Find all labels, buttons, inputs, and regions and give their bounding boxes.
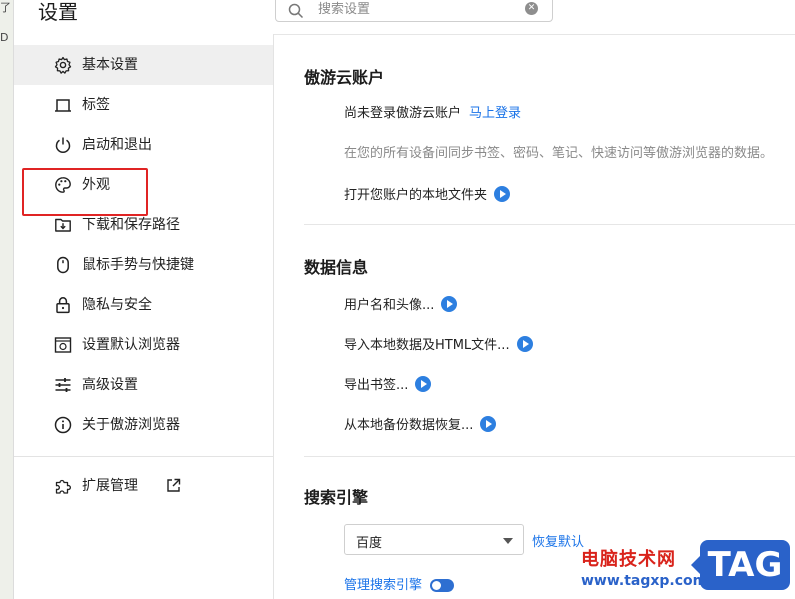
sidebar-item-extensions[interactable]: 扩展管理: [14, 466, 273, 506]
account-status-text: 尚未登录傲游云账户: [344, 106, 462, 121]
sidebar-item-label: 隐私与安全: [82, 297, 152, 313]
sidebar-separator: [14, 456, 273, 457]
search-icon: [288, 3, 304, 19]
strip-glyph-bottom: D: [0, 31, 9, 44]
sidebar-item-label: 启动和退出: [82, 137, 152, 153]
sidebar-item-about[interactable]: 关于傲游浏览器: [14, 405, 273, 445]
sidebar-item-default-browser[interactable]: 设置默认浏览器: [14, 325, 273, 365]
search-engine-selected: 百度: [356, 536, 383, 551]
lock-icon: [56, 297, 70, 314]
export-bookmarks-row[interactable]: 导出书签...: [344, 376, 432, 394]
watermark-url: www.tagxp.com: [581, 573, 708, 589]
arrow-right-icon[interactable]: [516, 336, 533, 352]
section-divider: [304, 456, 795, 457]
search-engine-select[interactable]: 百度: [344, 524, 524, 555]
sidebar-item-tabs[interactable]: 标签: [14, 85, 273, 125]
data-info-section-title: 数据信息: [304, 258, 369, 277]
external-link-icon[interactable]: [166, 478, 181, 493]
import-data-row[interactable]: 导入本地数据及HTML文件...: [344, 336, 533, 354]
login-link[interactable]: 马上登录: [469, 106, 521, 121]
strip-glyph-top: 了: [0, 1, 11, 14]
sidebar-item-label: 下载和保存路径: [82, 217, 180, 233]
page-title: 设置: [38, 0, 78, 24]
left-window-strip: 了 D: [0, 0, 14, 599]
arrow-right-icon[interactable]: [415, 376, 432, 392]
sidebar-item-basic-settings[interactable]: 基本设置: [14, 45, 273, 85]
watermark-badge: TAG: [691, 540, 790, 590]
manage-search-engines-label[interactable]: 管理搜索引擎: [344, 578, 422, 593]
row-label: 导出书签...: [344, 378, 409, 393]
section-divider: [304, 224, 795, 225]
watermark-text: 电脑技术网: [581, 549, 676, 570]
arrow-right-icon[interactable]: [494, 186, 511, 202]
sidebar-item-label: 高级设置: [82, 377, 138, 393]
clear-search-icon[interactable]: ✕: [525, 2, 538, 15]
arrow-right-icon[interactable]: [441, 296, 458, 312]
account-section-title: 傲游云账户: [304, 68, 385, 87]
search-input[interactable]: [318, 0, 518, 18]
tab-icon: [55, 99, 71, 112]
open-local-folder-label: 打开您账户的本地文件夹: [344, 188, 488, 203]
sidebar-item-label: 关于傲游浏览器: [82, 417, 180, 433]
browser-window-icon: [54, 337, 72, 353]
sidebar-item-advanced[interactable]: 高级设置: [14, 365, 273, 405]
sidebar-item-label: 基本设置: [82, 57, 138, 73]
sidebar-item-privacy-security[interactable]: 隐私与安全: [14, 285, 273, 325]
sidebar-item-label: 标签: [82, 97, 110, 113]
arrow-right-icon[interactable]: [480, 416, 497, 432]
highlight-annotation-box: [22, 168, 148, 216]
sidebar-divider: [273, 34, 274, 599]
account-description: 在您的所有设备间同步书签、密码、笔记、快速访问等傲游浏览器的数据。: [344, 146, 774, 161]
row-label: 从本地备份数据恢复...: [344, 418, 474, 433]
chevron-down-icon: [503, 538, 513, 544]
sidebar-item-label: 扩展管理: [82, 478, 138, 494]
download-folder-icon: [55, 218, 71, 232]
sidebar-item-mouse-gestures[interactable]: 鼠标手势与快捷键: [14, 245, 273, 285]
info-icon: [54, 416, 72, 434]
search-box[interactable]: ✕: [275, 0, 553, 22]
row-label: 导入本地数据及HTML文件...: [344, 338, 510, 353]
toggle-switch[interactable]: [430, 579, 455, 592]
account-status-row: 尚未登录傲游云账户 马上登录: [344, 106, 521, 122]
row-label: 用户名和头像...: [344, 298, 435, 313]
manage-search-engines-row[interactable]: 管理搜索引擎: [344, 578, 455, 594]
username-avatar-row[interactable]: 用户名和头像...: [344, 296, 458, 314]
restore-backup-row[interactable]: 从本地备份数据恢复...: [344, 416, 497, 434]
gear-icon: [54, 56, 72, 74]
search-engine-section-title: 搜索引擎: [304, 488, 369, 507]
power-icon: [55, 137, 71, 154]
sliders-icon: [55, 378, 71, 392]
sidebar-item-label: 鼠标手势与快捷键: [82, 257, 194, 273]
header-divider: [274, 34, 795, 35]
sidebar-item-startup-exit[interactable]: 启动和退出: [14, 125, 273, 165]
sidebar-item-label: 设置默认浏览器: [82, 337, 180, 353]
restore-default-link[interactable]: 恢复默认: [532, 531, 584, 550]
puzzle-icon: [55, 479, 71, 494]
open-local-folder-row[interactable]: 打开您账户的本地文件夹: [344, 186, 511, 204]
mouse-icon: [57, 256, 69, 274]
